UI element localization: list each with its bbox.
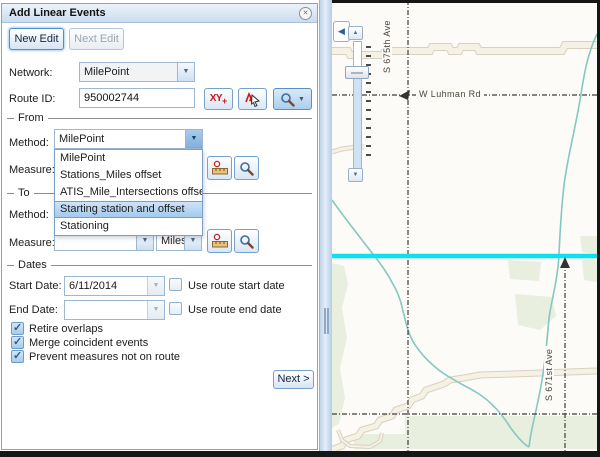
map-top-border bbox=[332, 0, 600, 3]
zoom-slider-handle[interactable] bbox=[345, 66, 369, 79]
from-method-label: Method: bbox=[9, 137, 49, 149]
map-canvas[interactable]: S 675th Ave W Luhman Rd S 671st Ave ◀ ▲ … bbox=[332, 0, 600, 451]
retire-overlaps-label: Retire overlaps bbox=[29, 323, 103, 335]
road-label-s-675th-ave: S 675th Ave bbox=[382, 17, 392, 76]
search-icon bbox=[239, 234, 254, 249]
to-method-label: Method: bbox=[9, 209, 49, 221]
dialog-header[interactable]: Add Linear Events ✕ bbox=[2, 4, 317, 23]
from-section-divider: From bbox=[7, 118, 312, 119]
route-direction-arrow bbox=[560, 257, 570, 268]
retire-overlaps-checkbox[interactable]: ✓ bbox=[11, 322, 24, 335]
route-id-label: Route ID: bbox=[9, 93, 55, 105]
from-measure-on-map-button[interactable] bbox=[207, 156, 232, 180]
chevron-down-icon: ▼ bbox=[298, 96, 305, 103]
use-route-end-date-label: Use route end date bbox=[188, 304, 282, 316]
prevent-measures-checkbox[interactable]: ✓ bbox=[11, 350, 24, 363]
dropdown-option-highlighted[interactable]: Starting station and offset bbox=[55, 201, 202, 218]
end-date-value bbox=[65, 301, 147, 319]
map-graphics bbox=[332, 0, 597, 451]
dialog-title: Add Linear Events bbox=[9, 7, 106, 19]
network-value: MilePoint bbox=[80, 63, 177, 81]
select-route-on-map-button[interactable] bbox=[238, 88, 267, 110]
use-route-start-date-checkbox[interactable] bbox=[169, 278, 182, 291]
vegetation-patch bbox=[332, 263, 348, 428]
method-dropdown-list: MilePoint Stations_Miles offset ATIS_Mil… bbox=[54, 149, 203, 236]
window-bottom-border bbox=[0, 451, 600, 457]
minus-arrow-icon: ▼ bbox=[353, 172, 359, 178]
check-icon: ✓ bbox=[13, 349, 22, 362]
chevron-down-icon[interactable]: ▼ bbox=[177, 63, 194, 81]
vegetation-patch bbox=[582, 260, 597, 282]
search-icon bbox=[239, 161, 254, 176]
add-linear-events-dialog: Add Linear Events ✕ New Edit Next Edit N… bbox=[1, 3, 318, 450]
zoom-in-button[interactable]: ▲ bbox=[348, 26, 363, 40]
collapse-arrow-icon: ◀ bbox=[338, 26, 345, 36]
route-search-menu-button[interactable]: ▼ bbox=[273, 88, 312, 110]
dropdown-option[interactable]: MilePoint bbox=[55, 150, 202, 167]
end-date-combobox[interactable]: ▼ bbox=[64, 300, 165, 320]
highway-corridor bbox=[332, 45, 597, 55]
close-icon[interactable]: ✕ bbox=[299, 7, 312, 20]
merge-coincident-events-label: Merge coincident events bbox=[29, 337, 148, 349]
chevron-down-icon[interactable]: ▼ bbox=[147, 277, 164, 295]
plus-arrow-icon: ▲ bbox=[353, 30, 359, 36]
next-edit-button: Next Edit bbox=[69, 28, 124, 50]
network-combobox[interactable]: MilePoint ▼ bbox=[79, 62, 195, 82]
dates-section-divider: Dates bbox=[7, 265, 312, 266]
to-legend: To bbox=[14, 187, 34, 199]
network-label: Network: bbox=[9, 67, 52, 79]
chevron-down-icon[interactable]: ▼ bbox=[185, 130, 202, 148]
zoom-slider-fill bbox=[354, 73, 361, 168]
merge-coincident-events-checkbox[interactable]: ✓ bbox=[11, 336, 24, 349]
road-label-w-luhman-rd: W Luhman Rd bbox=[416, 89, 484, 99]
add-xy-point-button[interactable]: XY+ bbox=[204, 88, 233, 110]
from-method-value: MilePoint bbox=[55, 130, 185, 148]
check-icon: ✓ bbox=[13, 335, 22, 348]
panel-splitter[interactable] bbox=[319, 0, 332, 451]
from-measure-search-button[interactable] bbox=[234, 156, 259, 180]
from-method-combobox[interactable]: MilePoint ▼ bbox=[54, 129, 203, 149]
xy-icon: XY+ bbox=[210, 92, 228, 106]
splitter-grip-icon bbox=[324, 308, 326, 334]
vegetation-patch bbox=[508, 260, 541, 281]
start-date-combobox[interactable]: 6/11/2014 ▼ bbox=[64, 276, 165, 296]
end-date-label: End Date: bbox=[9, 304, 58, 316]
dropdown-option[interactable]: ATIS_Mile_Intersections offset bbox=[55, 184, 202, 201]
check-icon: ✓ bbox=[13, 321, 22, 334]
creek-line bbox=[332, 200, 529, 447]
route-id-input[interactable] bbox=[79, 88, 195, 108]
from-measure-label: Measure: bbox=[9, 164, 55, 176]
vegetation-patch bbox=[580, 236, 597, 254]
to-measure-on-map-button[interactable] bbox=[207, 229, 232, 253]
dates-legend: Dates bbox=[14, 259, 51, 271]
dropdown-option[interactable]: Stationing bbox=[55, 218, 202, 235]
from-legend: From bbox=[14, 112, 48, 124]
chevron-down-icon[interactable]: ▼ bbox=[147, 301, 164, 319]
next-button[interactable]: Next > bbox=[273, 370, 314, 389]
to-measure-label: Measure: bbox=[9, 237, 55, 249]
zoom-out-button[interactable]: ▼ bbox=[348, 168, 363, 182]
start-date-value: 6/11/2014 bbox=[65, 277, 147, 295]
road-label-s-671st-ave: S 671st Ave bbox=[544, 346, 554, 404]
select-arrow-icon bbox=[244, 91, 262, 107]
start-date-label: Start Date: bbox=[9, 280, 62, 292]
road-arrow bbox=[399, 90, 410, 100]
use-route-end-date-checkbox[interactable] bbox=[169, 302, 182, 315]
prevent-measures-label: Prevent measures not on route bbox=[29, 351, 180, 363]
to-measure-search-button[interactable] bbox=[234, 229, 259, 253]
new-edit-button[interactable]: New Edit bbox=[9, 28, 64, 50]
app-window: Add Linear Events ✕ New Edit Next Edit N… bbox=[0, 0, 600, 457]
ruler-icon bbox=[211, 233, 229, 249]
dropdown-option[interactable]: Stations_Miles offset bbox=[55, 167, 202, 184]
vegetation-patch bbox=[405, 416, 597, 449]
search-icon bbox=[280, 92, 295, 107]
zoom-slider-ticks bbox=[366, 46, 371, 163]
ruler-icon bbox=[211, 160, 229, 176]
use-route-start-date-label: Use route start date bbox=[188, 280, 285, 292]
